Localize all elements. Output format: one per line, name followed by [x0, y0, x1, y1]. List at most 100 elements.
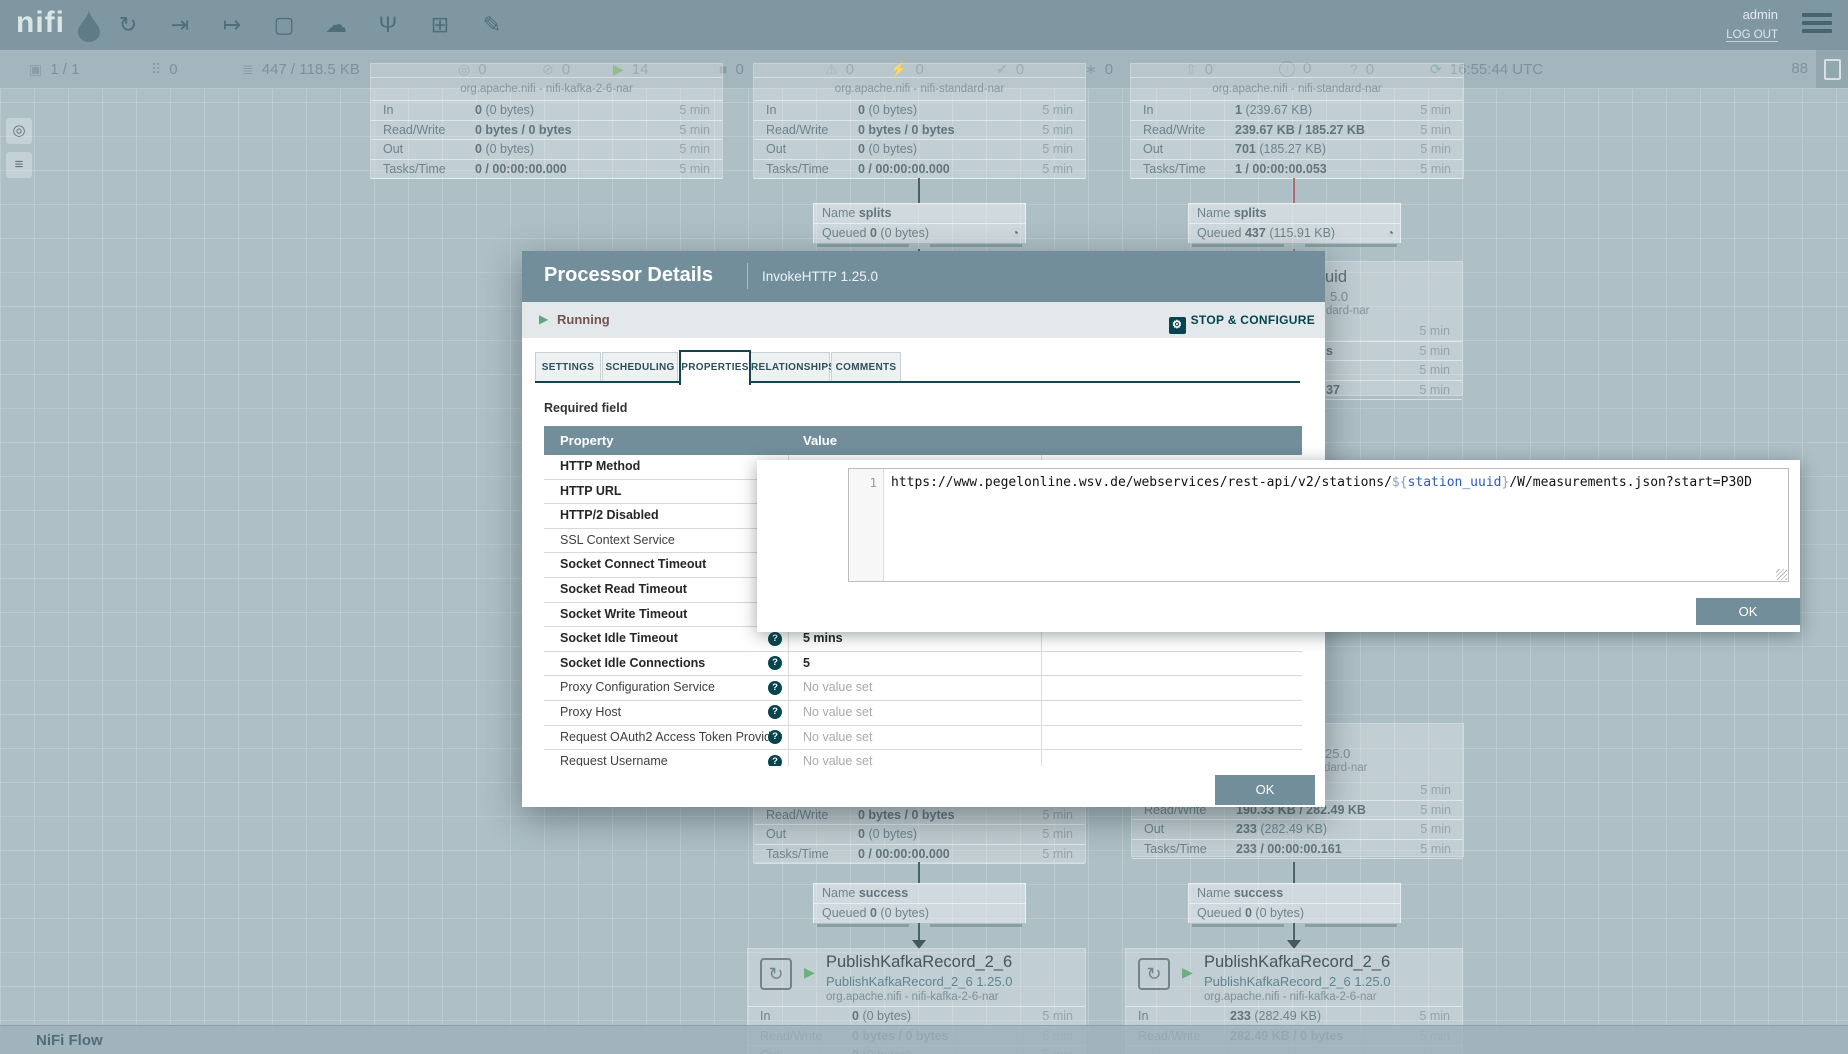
tab-comments[interactable]: COMMENTS [831, 352, 901, 383]
stat-label: In [1138, 1009, 1230, 1023]
property-name: SSL Context Service? [544, 529, 789, 553]
stat-label: Tasks/Time [1143, 162, 1235, 176]
connection-label[interactable]: Name success Queued 0 (0 bytes) [813, 883, 1026, 930]
stat-window: 5 min [679, 142, 710, 156]
editor-content[interactable]: https://www.pegelonline.wsv.de/webservic… [891, 473, 1782, 493]
cluster-status: ▣1 / 1 [29, 50, 79, 88]
editor-gutter: 1 [849, 469, 884, 581]
stat-window: 5 min [1042, 103, 1073, 117]
cluster-icon: ▣ [29, 61, 42, 77]
property-value[interactable]: No value set [789, 750, 1042, 766]
processor-version-fragment: 5.0 [1330, 289, 1348, 304]
status-badge: 88 [1791, 50, 1808, 88]
stat-window: 5 min [1042, 847, 1073, 861]
property-row[interactable]: Socket Idle Connections?5 [544, 652, 1302, 677]
processor-icon [371, 64, 722, 78]
load-balance-icon: ◔ [1012, 225, 1019, 242]
processor-block[interactable]: org.apache.nifi - nifi-standard-nar In1 … [1131, 64, 1463, 178]
global-menu-icon[interactable] [1802, 13, 1832, 37]
property-name: Socket Idle Timeout? [544, 627, 789, 651]
input-port-icon[interactable]: ⇥ [160, 7, 200, 43]
label-icon[interactable]: ✎ [472, 7, 512, 43]
processor-block[interactable]: org.apache.nifi - nifi-kafka-2-6-nar In0… [371, 64, 722, 178]
running-icon: ▶ [539, 312, 548, 326]
connection-label[interactable]: Name splits Queued 437 (115.91 KB)◔ [1188, 203, 1401, 250]
stat-window: 5 min [679, 123, 710, 137]
tab-relationships[interactable]: RELATIONSHIPS [750, 352, 830, 383]
property-row[interactable]: Proxy Configuration Service?No value set [544, 676, 1302, 701]
stat-window: 5 min [1420, 842, 1451, 856]
navigate-palette-icon[interactable]: ◎ [6, 118, 32, 144]
dialog-subtitle: InvokeHTTP 1.25.0 [762, 269, 878, 284]
el-variable: station_uuid [1408, 475, 1502, 490]
help-icon[interactable]: ? [768, 755, 782, 766]
stat-label: Read/Write [1143, 123, 1235, 137]
property-value-editor: 1 https://www.pegelonline.wsv.de/webserv… [757, 460, 1800, 632]
connection-name: success [859, 886, 908, 900]
process-group-icon[interactable]: ▢ [264, 7, 304, 43]
stat-window: 5 min [1419, 1009, 1450, 1023]
stat-value: 0 (0 bytes) [858, 827, 1042, 841]
running-icon: ▶ [1182, 964, 1193, 981]
property-row[interactable]: Proxy Host?No value set [544, 701, 1302, 726]
tab-settings[interactable]: SETTINGS [535, 352, 601, 383]
stat-label: In [383, 103, 475, 117]
property-name: Socket Connect Timeout? [544, 553, 789, 577]
property-value[interactable]: No value set [789, 701, 1042, 725]
template-icon[interactable]: ⊞ [420, 7, 460, 43]
stop-and-configure-button[interactable]: ⚙STOP & CONFIGURE [1169, 311, 1315, 334]
stat-label: Tasks/Time [766, 162, 858, 176]
breadcrumb-bar: NiFi Flow [0, 1025, 1848, 1054]
processor-icon[interactable]: ↻ [108, 7, 148, 43]
editor-ok-button[interactable]: OK [1696, 598, 1800, 625]
connection-name-label: Name [822, 206, 855, 220]
tab-scheduling[interactable]: SCHEDULING [602, 352, 678, 383]
help-icon[interactable]: ? [768, 681, 782, 695]
processor-block[interactable]: org.apache.nifi - nifi-standard-nar In0 … [754, 64, 1085, 178]
help-icon[interactable]: ? [768, 730, 782, 744]
dialog-ok-button[interactable]: OK [1215, 775, 1315, 805]
queued-size: (0 bytes) [1255, 906, 1304, 920]
processor-version-fragment: 25.0 [1325, 746, 1350, 761]
help-icon[interactable]: ? [768, 705, 782, 719]
stat-label: Read/Write [383, 123, 475, 137]
connection-line-backpressure [1293, 178, 1295, 203]
property-value[interactable]: 5 [789, 652, 1042, 676]
property-value[interactable]: No value set [789, 726, 1042, 750]
funnel-icon[interactable]: Ψ [368, 7, 408, 43]
breadcrumb[interactable]: NiFi Flow [36, 1026, 103, 1054]
stat-window: 5 min [1420, 822, 1451, 836]
stat-value: 0 (0 bytes) [858, 103, 1042, 117]
property-row[interactable]: Request OAuth2 Access Token Provider?No … [544, 726, 1302, 751]
stat-label: Read/Write [766, 808, 858, 822]
tab-properties[interactable]: PROPERTIES [679, 350, 751, 385]
logout-link[interactable]: LOG OUT [1726, 29, 1778, 42]
queued-label: Queued [1197, 226, 1241, 240]
output-port-icon[interactable]: ↦ [212, 7, 252, 43]
code-editor[interactable]: 1 https://www.pegelonline.wsv.de/webserv… [848, 468, 1789, 582]
queued-label: Queued [822, 906, 866, 920]
backpressure-bars [813, 243, 1026, 250]
el-bracket: ${ [1392, 475, 1408, 490]
stat-label: Out [383, 142, 475, 156]
resize-handle-icon[interactable] [1776, 569, 1787, 580]
help-icon[interactable]: ? [768, 656, 782, 670]
connection-label[interactable]: Name splits Queued 0 (0 bytes)◔ [813, 203, 1026, 250]
stat-window: 5 min [1042, 1009, 1073, 1023]
connection-line [1293, 862, 1295, 883]
processor-icon: ↻ [1138, 958, 1170, 990]
connection-label[interactable]: Name success Queued 0 (0 bytes) [1188, 883, 1401, 930]
stat-label: In [760, 1009, 852, 1023]
connection-name: success [1234, 886, 1283, 900]
stat-label: In [1143, 103, 1235, 117]
document-panel-toggle[interactable] [1816, 50, 1848, 88]
gear-icon: ⚙ [1169, 317, 1186, 334]
stat-label: Out [1143, 142, 1235, 156]
property-value[interactable]: No value set [789, 676, 1042, 700]
help-icon[interactable]: ? [768, 632, 782, 646]
operate-palette-icon[interactable]: ≡ [6, 152, 32, 178]
property-row[interactable]: Request Username?No value set [544, 750, 1302, 766]
property-name: Request Username? [544, 750, 789, 766]
remote-process-group-icon[interactable]: ☁ [316, 7, 356, 43]
running-icon: ▶ [804, 964, 815, 981]
